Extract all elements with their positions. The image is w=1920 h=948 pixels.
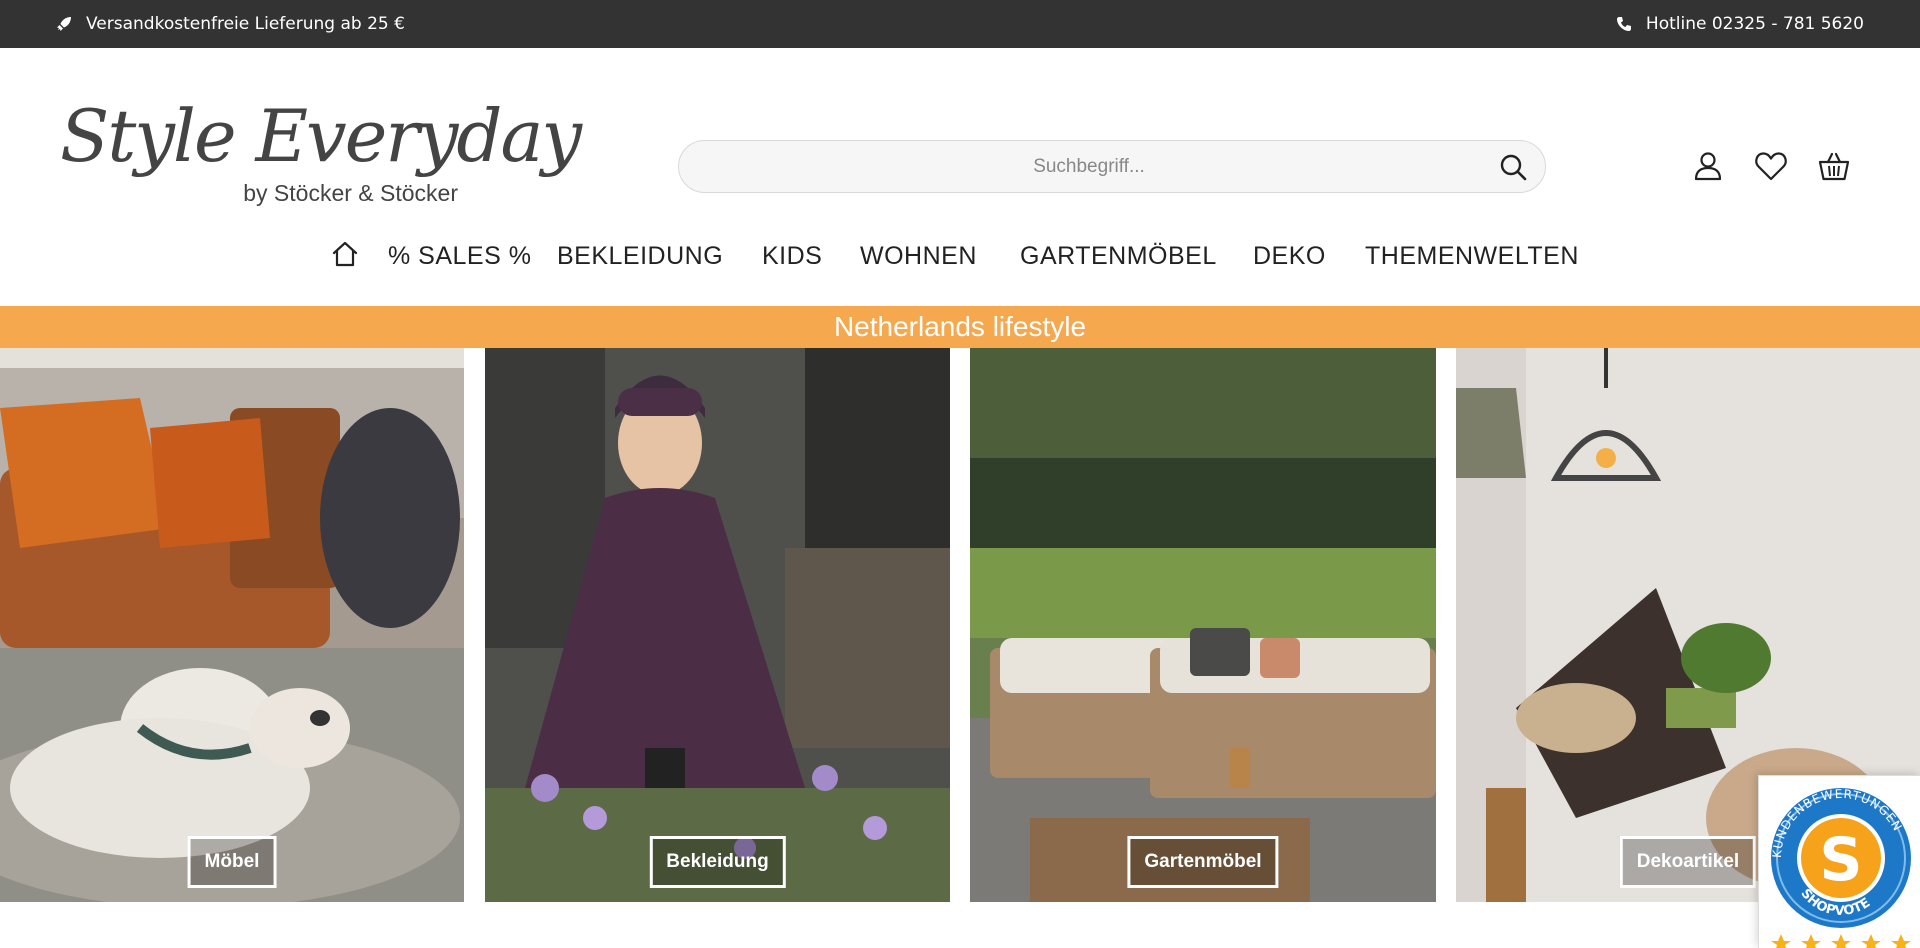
category-tile-moebel[interactable]: Möbel bbox=[0, 348, 464, 902]
nav-item-wohnen[interactable]: WOHNEN bbox=[860, 242, 977, 271]
category-label-bekleidung[interactable]: Bekleidung bbox=[649, 836, 786, 888]
nav-item-sales[interactable]: % SALES % bbox=[388, 242, 531, 271]
hotline-info[interactable]: Hotline 02325 - 781 5620 bbox=[1616, 0, 1864, 48]
category-label-gartenmoebel[interactable]: Gartenmöbel bbox=[1127, 836, 1279, 888]
search-icon[interactable] bbox=[1499, 153, 1527, 181]
main-navigation: % SALES % BEKLEIDUNG KIDS WOHNEN GARTENM… bbox=[0, 236, 1920, 278]
promo-banner[interactable]: Netherlands lifestyle bbox=[0, 306, 1920, 348]
phone-icon bbox=[1616, 16, 1632, 32]
shipping-info: Versandkostenfreie Lieferung ab 25 € bbox=[56, 0, 405, 48]
nav-item-kids[interactable]: KIDS bbox=[762, 242, 822, 271]
nav-item-gartenmoebel[interactable]: GARTENMÖBEL bbox=[1020, 242, 1217, 271]
badge-letter: S bbox=[1819, 825, 1862, 895]
shopvote-seal-icon: S KUNDENBEWERTUNGEN SHOPVOTE bbox=[1770, 787, 1911, 948]
category-label-dekoartikel[interactable]: Dekoartikel bbox=[1619, 836, 1757, 888]
category-tile-bekleidung[interactable]: Bekleidung bbox=[485, 348, 950, 902]
logo-script: Style Everyday bbox=[60, 94, 582, 178]
category-tile-gartenmoebel[interactable]: Gartenmöbel bbox=[970, 348, 1436, 902]
user-icon[interactable] bbox=[1692, 150, 1724, 186]
shipping-text: Versandkostenfreie Lieferung ab 25 € bbox=[86, 14, 405, 34]
hotline-text: Hotline 02325 - 781 5620 bbox=[1645, 14, 1864, 34]
nav-item-bekleidung[interactable]: BEKLEIDUNG bbox=[557, 242, 723, 271]
rocket-icon bbox=[56, 16, 72, 32]
logo-subtitle: by Stöcker & Stöcker bbox=[243, 180, 458, 206]
fashion-image bbox=[485, 348, 950, 902]
living-room-image bbox=[0, 348, 464, 902]
nav-item-deko[interactable]: DEKO bbox=[1253, 242, 1326, 271]
search-input[interactable] bbox=[699, 141, 1479, 192]
nav-item-themenwelten[interactable]: THEMENWELTEN bbox=[1365, 242, 1579, 271]
top-bar: Versandkostenfreie Lieferung ab 25 € Hot… bbox=[0, 0, 1920, 48]
garden-furniture-image bbox=[970, 348, 1436, 902]
search-bar bbox=[678, 140, 1546, 193]
heart-icon[interactable] bbox=[1754, 150, 1788, 186]
home-icon[interactable] bbox=[331, 240, 359, 272]
shopvote-badge[interactable]: S KUNDENBEWERTUNGEN SHOPVOTE bbox=[1758, 775, 1920, 948]
basket-icon[interactable] bbox=[1818, 150, 1850, 186]
category-label-moebel[interactable]: Möbel bbox=[187, 836, 277, 888]
logo[interactable]: Style Everyday by Stöcker & Stöcker bbox=[60, 96, 582, 214]
